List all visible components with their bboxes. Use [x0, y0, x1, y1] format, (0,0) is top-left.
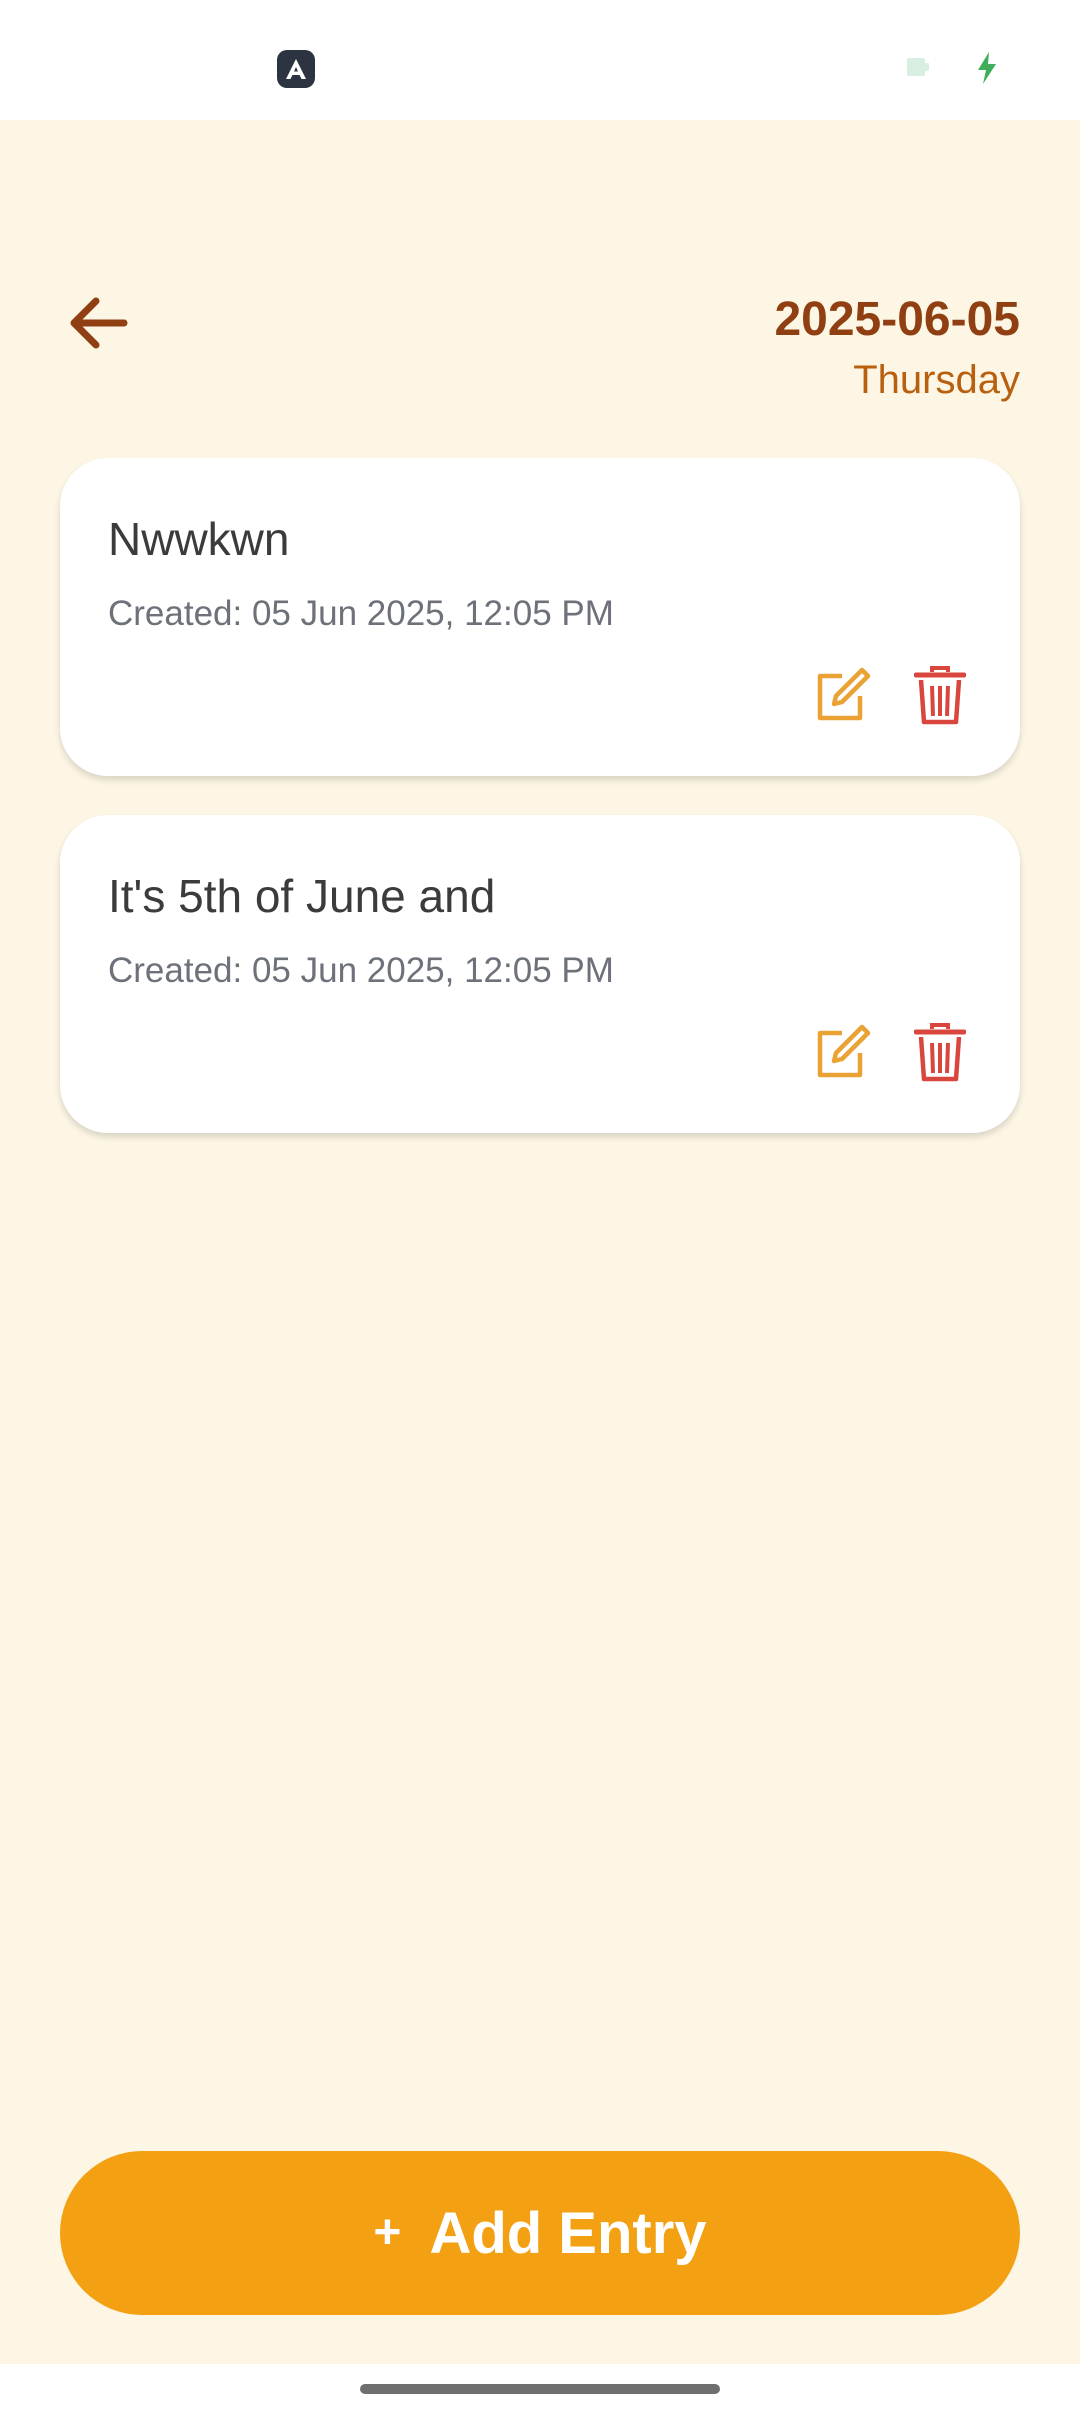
entry-title: Nwwkwn [108, 513, 290, 565]
back-button[interactable] [60, 290, 134, 356]
plus-icon: + [373, 2206, 402, 2259]
page-title-date: 2025-06-05 [774, 293, 1020, 346]
entry-created-timestamp: Created: 05 Jun 2025, 12:05 PM [108, 951, 614, 990]
status-bar [0, 0, 1080, 120]
edit-icon [817, 1024, 871, 1078]
home-indicator[interactable] [360, 2384, 720, 2394]
delete-button[interactable] [908, 1021, 972, 1085]
trash-icon [914, 1023, 966, 1082]
edit-button[interactable] [810, 1021, 874, 1085]
system-nav-bar [0, 2364, 1080, 2412]
charging-bolt-icon [974, 50, 1000, 86]
delete-button[interactable] [908, 664, 972, 728]
app-area [0, 120, 1080, 2364]
battery-icon [906, 56, 930, 78]
entry-title: It's 5th of June and [108, 870, 496, 922]
add-entry-button[interactable]: + Add Entry [60, 2151, 1020, 2315]
entry-card[interactable]: Nwwkwn Created: 05 Jun 2025, 12:05 PM [60, 458, 1020, 776]
app-logo-icon [277, 50, 315, 88]
entry-card[interactable]: It's 5th of June and Created: 05 Jun 202… [60, 815, 1020, 1133]
entry-created-timestamp: Created: 05 Jun 2025, 12:05 PM [108, 594, 614, 633]
arrow-left-icon [70, 297, 128, 349]
edit-button[interactable] [810, 664, 874, 728]
edit-icon [817, 667, 871, 721]
page-subtitle-weekday: Thursday [853, 358, 1020, 402]
add-entry-label: Add Entry [429, 2200, 707, 2266]
trash-icon [914, 666, 966, 725]
